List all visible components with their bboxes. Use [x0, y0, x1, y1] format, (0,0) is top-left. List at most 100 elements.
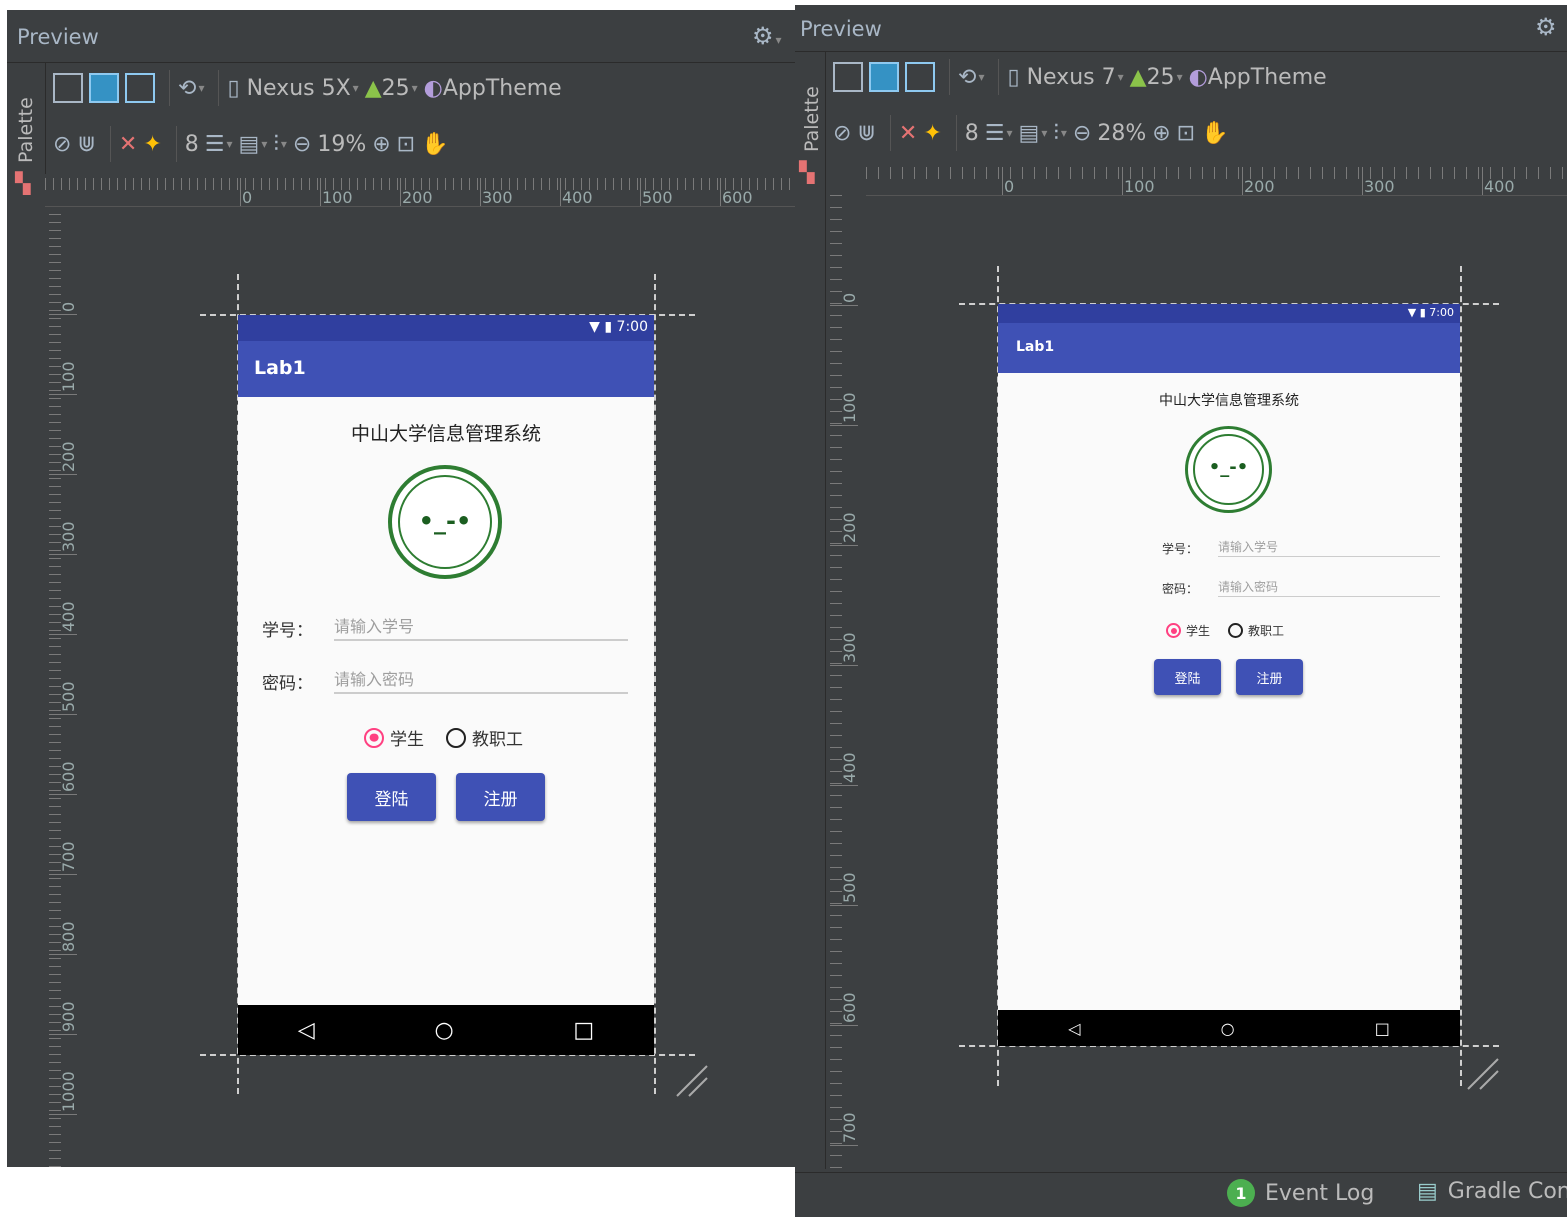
clear-constraints-icon[interactable]: ✕	[119, 124, 137, 164]
device-selector[interactable]: ▯ Nexus 5X ▾	[227, 68, 358, 108]
student-id-input[interactable]: 请输入学号	[334, 613, 628, 641]
ruler-tick	[49, 886, 61, 887]
password-input[interactable]: 请输入密码	[334, 666, 628, 694]
pack-icon[interactable]: ☰ ▾	[985, 113, 1013, 153]
ruler-tick	[830, 219, 842, 220]
ruler-tick	[830, 987, 842, 988]
phone-preview[interactable]: ▼ ▮ 7:00 Lab1 中山大学信息管理系统 •_-• 学号： 请输入学号 …	[998, 304, 1460, 1046]
login-button[interactable]: 登陆	[1154, 659, 1221, 695]
ruler-tick	[49, 958, 61, 959]
recents-icon[interactable]: □	[573, 1018, 594, 1043]
orientation-icon[interactable]: ⟲ ▾	[178, 68, 204, 108]
ruler-tick	[389, 178, 390, 190]
blueprint-view-icon[interactable]	[869, 57, 899, 97]
zoom-fit-icon[interactable]: ⊡	[1177, 113, 1195, 153]
pack-icon[interactable]: ☰ ▾	[205, 124, 233, 164]
clear-constraints-icon[interactable]: ✕	[899, 113, 917, 153]
password-input[interactable]: 请输入密码	[1218, 578, 1440, 597]
logo-face: •_-•	[418, 507, 472, 535]
ruler-tick	[49, 414, 61, 415]
api-selector[interactable]: ▲ 25 ▾	[365, 68, 418, 108]
zoom-fit-icon[interactable]: ⊡	[397, 124, 415, 164]
pan-hand-icon[interactable]: ✋	[421, 124, 448, 164]
blueprint-view-icon[interactable]	[89, 68, 119, 108]
ruler-tick	[49, 678, 61, 679]
align-icon[interactable]: ▤ ▾	[239, 124, 268, 164]
ruler-tick	[49, 486, 61, 487]
orientation-icon[interactable]: ⟲ ▾	[958, 57, 984, 97]
design-view-icon[interactable]	[833, 57, 863, 97]
password-row: 密码： 请输入密码	[1162, 578, 1440, 597]
ruler-tick	[974, 167, 975, 179]
app-bar: Lab1	[998, 323, 1460, 373]
gear-icon[interactable]: ⚙ ▾	[752, 22, 782, 50]
gear-icon[interactable]: ⚙	[1535, 13, 1557, 41]
radio-staff-label: 教职工	[472, 730, 523, 750]
palette-sidebar[interactable]: Palette ▚	[795, 52, 826, 1169]
login-button[interactable]: 登陆	[347, 773, 436, 821]
ruler-tick	[773, 178, 774, 190]
guidelines-icon[interactable]: ⫶ ▾	[273, 124, 287, 164]
design-canvas: 0 100 200 300 400 0 100 200 300 400 500 600 700 ▼ ▮…	[826, 163, 1567, 1173]
theme-selector[interactable]: ◐ AppTheme	[1189, 57, 1327, 97]
zoom-out-icon[interactable]: ⊖	[293, 124, 311, 164]
phone-preview[interactable]: ▼ ▮ 7:00 Lab1 中山大学信息管理系统 •_-• 学号： 请输入学号 …	[238, 315, 654, 1055]
recents-icon[interactable]: □	[1375, 1019, 1390, 1038]
ruler-tick	[878, 167, 879, 179]
ruler-tick	[830, 1023, 842, 1024]
device-selector[interactable]: ▯ Nexus 7 ▾	[1007, 57, 1123, 97]
api-selector[interactable]: ▲ 25 ▾	[1130, 57, 1183, 97]
default-margin[interactable]: 8	[185, 124, 199, 164]
radio-checked-icon	[1166, 623, 1181, 638]
ruler-tick	[1358, 167, 1359, 179]
student-id-input[interactable]: 请输入学号	[1218, 538, 1440, 557]
event-log-button[interactable]: 1 Event Log	[1227, 1179, 1374, 1207]
radio-checked-icon	[364, 727, 384, 748]
radio-student[interactable]: 学生	[1166, 622, 1210, 639]
zoom-in-icon[interactable]: ⊕	[1152, 113, 1170, 153]
ruler-tick	[49, 974, 61, 975]
gradle-console-button[interactable]: ▤ Gradle Con	[1417, 1179, 1567, 1204]
split-view-icon[interactable]	[125, 68, 155, 108]
ruler-tick	[781, 178, 782, 190]
ruler-tick	[221, 178, 222, 190]
register-button[interactable]: 注册	[456, 773, 545, 821]
pan-hand-icon[interactable]: ✋	[1201, 113, 1228, 153]
default-margin[interactable]: 8	[965, 113, 979, 153]
home-icon[interactable]: ○	[434, 1018, 453, 1043]
infer-constraints-icon[interactable]: ✦	[143, 124, 161, 164]
ruler-tick	[525, 178, 526, 190]
register-button[interactable]: 注册	[1236, 659, 1303, 695]
palette-sidebar[interactable]: Palette ▚	[7, 63, 46, 1167]
ruler-tick	[830, 723, 842, 724]
ruler-tick	[938, 167, 939, 179]
ruler-tick	[1106, 167, 1107, 179]
home-icon[interactable]: ○	[1221, 1019, 1235, 1038]
resize-handle-icon[interactable]	[1464, 1055, 1500, 1091]
infer-constraints-icon[interactable]: ✦	[923, 113, 941, 153]
zoom-out-icon[interactable]: ⊖	[1073, 113, 1091, 153]
radio-staff[interactable]: 教职工	[446, 725, 523, 750]
ruler-label: 0	[1004, 177, 1015, 196]
radio-student[interactable]: 学生	[364, 725, 424, 750]
theme-selector[interactable]: ◐ AppTheme	[424, 68, 562, 108]
magnet-icon[interactable]: ⋓	[77, 124, 95, 164]
design-view-icon[interactable]	[53, 68, 83, 108]
back-icon[interactable]: ◁	[1068, 1019, 1080, 1038]
resize-handle-icon[interactable]	[673, 1062, 709, 1098]
split-view-icon[interactable]	[905, 57, 935, 97]
align-icon[interactable]: ▤ ▾	[1019, 113, 1048, 153]
ruler-tick	[830, 375, 842, 376]
ruler-major-tick	[400, 178, 401, 206]
ruler-tick	[49, 814, 61, 815]
ruler-tick	[49, 406, 61, 407]
palette-label: Palette	[15, 97, 37, 163]
guidelines-icon[interactable]: ⫶ ▾	[1053, 113, 1067, 153]
eye-off-icon[interactable]: ⊘	[833, 113, 851, 153]
radio-staff[interactable]: 教职工	[1228, 622, 1284, 639]
eye-off-icon[interactable]: ⊘	[53, 124, 71, 164]
zoom-in-icon[interactable]: ⊕	[372, 124, 390, 164]
ruler-tick	[49, 910, 61, 911]
back-icon[interactable]: ◁	[298, 1018, 315, 1043]
magnet-icon[interactable]: ⋓	[857, 113, 875, 153]
